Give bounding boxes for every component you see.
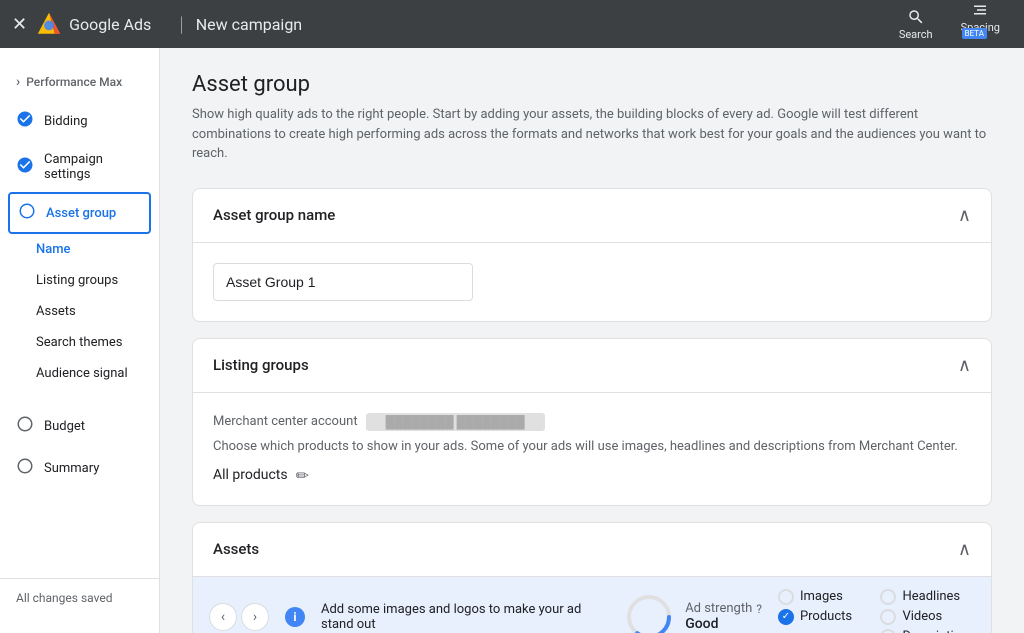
- ad-strength-info: Ad strength ? Good: [685, 601, 762, 632]
- page-title: Asset group: [192, 72, 992, 97]
- close-button[interactable]: ✕: [12, 14, 27, 35]
- descriptions-label: Descriptions: [902, 629, 975, 633]
- collapse-asset-group-name-button[interactable]: ∧: [958, 205, 971, 226]
- asset-group-name-body: [193, 243, 991, 321]
- merchant-label: Merchant center account: [213, 414, 358, 429]
- sidebar-item-summary[interactable]: Summary: [8, 447, 151, 489]
- card-header-asset-group-name: Asset group name ∧: [193, 189, 991, 243]
- headlines-label: Headlines: [902, 589, 960, 604]
- merchant-row: Merchant center account ████████ ███████…: [213, 413, 971, 431]
- banner-prev-button[interactable]: ‹: [209, 603, 237, 631]
- summary-circle-icon: [16, 457, 34, 479]
- spacing-icon: [971, 1, 989, 19]
- search-label: Search: [899, 28, 933, 41]
- asset-group-icon: [18, 202, 36, 224]
- ad-strength-label: Ad strength: [685, 601, 752, 616]
- sidebar-sub-audience-signal[interactable]: Audience signal: [0, 358, 159, 389]
- logo: Google Ads: [35, 10, 151, 38]
- images-checkbox[interactable]: [778, 589, 794, 605]
- main-content: Asset group Show high quality ads to the…: [160, 48, 1024, 633]
- sidebar-item-asset-group[interactable]: Asset group: [8, 192, 151, 234]
- checkbox-products: Products: [778, 609, 873, 625]
- collapse-assets-button[interactable]: ∧: [958, 539, 971, 560]
- assets-card: Assets ∧ ‹ › i Add some images and logos…: [192, 522, 992, 633]
- brand-name: Google Ads: [69, 15, 151, 34]
- performance-max-label: Performance Max: [26, 75, 122, 89]
- assets-tip: Add some images and logos to make your a…: [321, 602, 609, 632]
- assets-banner: ‹ › i Add some images and logos to make …: [193, 577, 991, 633]
- bidding-label: Bidding: [44, 114, 88, 129]
- checkbox-videos: Videos: [880, 609, 975, 625]
- check-icon-2: [16, 156, 34, 178]
- sidebar-item-budget[interactable]: Budget: [8, 405, 151, 447]
- asset-group-name-card: Asset group name ∧: [192, 188, 992, 322]
- headlines-checkbox[interactable]: [880, 589, 896, 605]
- checkbox-images: Images: [778, 589, 873, 605]
- sidebar: › Performance Max Bidding Campaign setti…: [0, 48, 160, 633]
- card-header-assets: Assets ∧: [193, 523, 991, 577]
- spacing-action-button[interactable]: Spacing BETA: [949, 0, 1012, 51]
- videos-checkbox[interactable]: [880, 609, 896, 625]
- card-header-listing-groups: Listing groups ∧: [193, 339, 991, 393]
- merchant-value: ████████ ████████: [366, 413, 545, 431]
- listing-groups-body: Merchant center account ████████ ███████…: [193, 393, 991, 505]
- campaign-title: New campaign: [196, 15, 302, 34]
- search-action-button[interactable]: Search: [887, 4, 945, 45]
- asset-group-name-title: Asset group name: [213, 206, 335, 224]
- assets-banner-nav: ‹ ›: [209, 603, 269, 631]
- google-ads-logo-icon: [35, 10, 63, 38]
- descriptions-checkbox[interactable]: [880, 629, 896, 633]
- listing-description: Choose which products to show in your ad…: [213, 439, 971, 454]
- search-icon: [907, 8, 925, 26]
- asset-group-label: Asset group: [46, 206, 116, 221]
- products-label: Products: [800, 609, 852, 624]
- assets-info-icon: i: [285, 607, 305, 627]
- page-subtitle: Show high quality ads to the right peopl…: [192, 105, 992, 164]
- ad-strength-section: Ad strength ? Good: [625, 593, 762, 633]
- images-label: Images: [800, 589, 843, 604]
- check-icon: [16, 110, 34, 132]
- beta-badge: BETA: [962, 28, 987, 39]
- checkbox-descriptions: Descriptions: [880, 629, 975, 633]
- chevron-right-icon: ›: [16, 74, 20, 90]
- collapse-listing-groups-button[interactable]: ∧: [958, 355, 971, 376]
- sidebar-sub-name[interactable]: Name: [0, 234, 159, 265]
- videos-label: Videos: [902, 609, 942, 624]
- sidebar-footer: All changes saved: [0, 578, 159, 617]
- main-layout: › Performance Max Bidding Campaign setti…: [0, 48, 1024, 633]
- saved-label: All changes saved: [16, 591, 112, 605]
- ad-strength-circle-icon: [625, 593, 673, 633]
- sidebar-item-campaign-settings[interactable]: Campaign settings: [0, 142, 159, 192]
- all-products-row: All products ✏: [213, 466, 971, 485]
- sidebar-item-bidding[interactable]: Bidding: [0, 100, 159, 142]
- asset-group-name-input[interactable]: [213, 263, 473, 301]
- sidebar-sub-listing-groups[interactable]: Listing groups: [0, 265, 159, 296]
- ad-strength-value: Good: [685, 616, 762, 632]
- ad-strength-checkboxes: Images Headlines Products Videos: [778, 589, 975, 633]
- top-nav-actions: Search Spacing BETA: [887, 0, 1012, 51]
- campaign-settings-label: Campaign settings: [44, 152, 143, 182]
- sidebar-sub-assets[interactable]: Assets: [0, 296, 159, 327]
- banner-next-button[interactable]: ›: [241, 603, 269, 631]
- listing-groups-title: Listing groups: [213, 356, 309, 374]
- sidebar-item-performance-max[interactable]: › Performance Max: [0, 64, 159, 100]
- nav-divider: |: [179, 12, 183, 36]
- products-checkbox[interactable]: [778, 609, 794, 625]
- ad-strength-info-icon[interactable]: ?: [756, 602, 762, 616]
- all-products-label: All products: [213, 467, 288, 483]
- assets-title: Assets: [213, 540, 259, 558]
- budget-circle-icon: [16, 415, 34, 437]
- top-nav: ✕ Google Ads | New campaign Search Spaci…: [0, 0, 1024, 48]
- edit-listing-groups-button[interactable]: ✏: [296, 466, 309, 485]
- listing-groups-card: Listing groups ∧ Merchant center account…: [192, 338, 992, 506]
- sidebar-sub-search-themes[interactable]: Search themes: [0, 327, 159, 358]
- checkbox-headlines: Headlines: [880, 589, 975, 605]
